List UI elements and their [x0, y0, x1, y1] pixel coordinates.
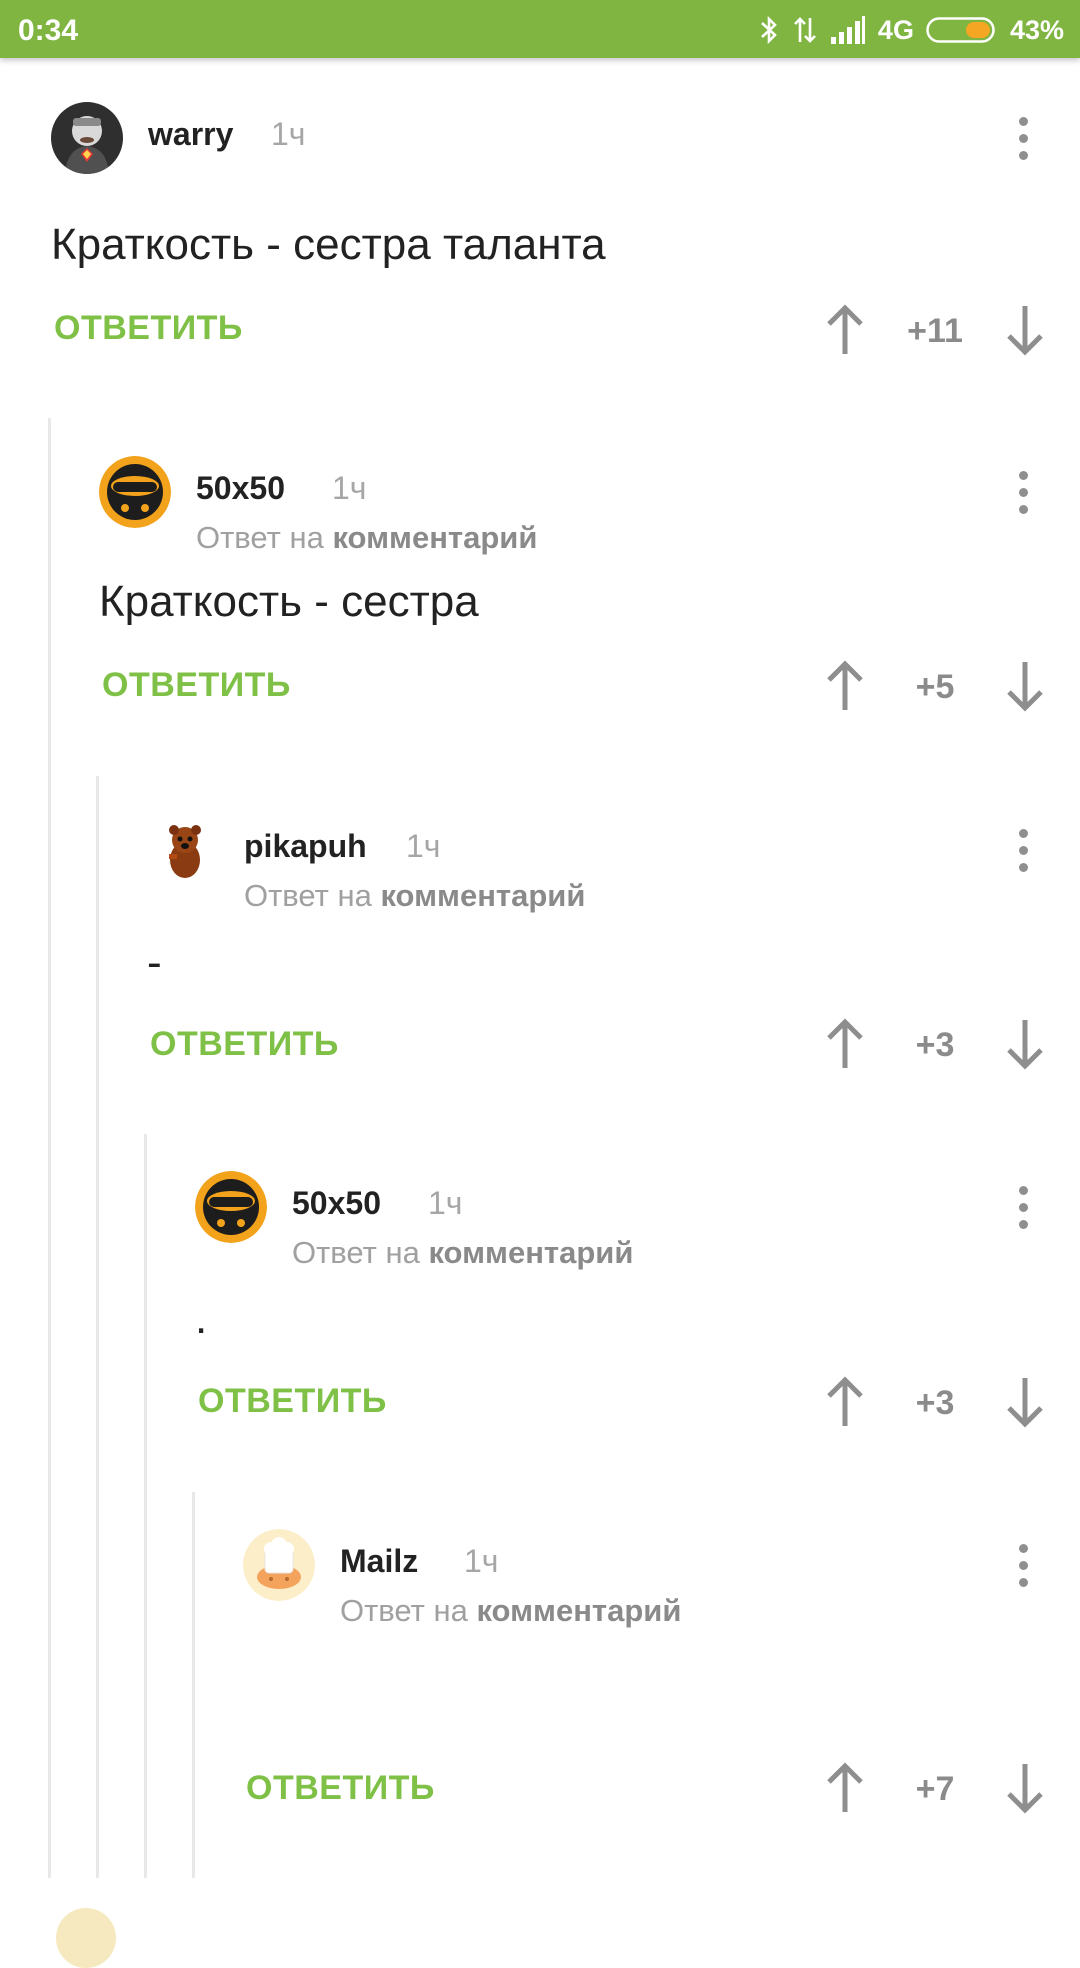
avatar[interactable] [51, 102, 123, 174]
comment-score: +3 [915, 1026, 955, 1064]
avatar[interactable] [56, 1908, 116, 1968]
status-time: 0:34 [18, 14, 79, 47]
reply-to-prefix: Ответ на [340, 1593, 468, 1628]
reply-to-link[interactable]: комментарий [476, 1593, 681, 1628]
upvote-icon[interactable] [820, 1758, 870, 1818]
username[interactable]: warry [148, 116, 233, 153]
comment: warry 1ч Краткость - сестра таланта ОТВЕ… [51, 102, 1080, 402]
network-type: 4G [877, 14, 914, 45]
comment-time: 1ч [406, 828, 441, 864]
bluetooth-icon [761, 15, 777, 45]
reply-to-prefix: Ответ на [196, 520, 324, 555]
thread-line-level-2 [96, 776, 99, 1878]
status-icons: 4G 43% [758, 10, 1064, 50]
comment-text: Краткость - сестра [99, 577, 479, 626]
more-options-icon[interactable] [1015, 471, 1031, 515]
comment-score: +5 [915, 668, 955, 706]
reply-to-prefix: Ответ на [292, 1235, 420, 1270]
comment-time: 1ч [428, 1185, 463, 1221]
downvote-icon[interactable] [1000, 1372, 1050, 1432]
downvote-icon[interactable] [1000, 1758, 1050, 1818]
upvote-icon[interactable] [820, 300, 870, 360]
reply-button[interactable]: ОТВЕТИТЬ [198, 1382, 387, 1421]
more-options-icon[interactable] [1015, 1544, 1031, 1588]
vote-controls: +5 [820, 656, 1050, 716]
username[interactable]: Mailz [340, 1543, 418, 1580]
reply-to-link[interactable]: комментарий [380, 878, 585, 913]
reply-button[interactable]: ОТВЕТИТЬ [246, 1769, 435, 1808]
avatar[interactable] [99, 456, 171, 528]
data-arrows-icon [794, 17, 816, 43]
comment-text: . [195, 1294, 208, 1343]
downvote-icon[interactable] [1000, 300, 1050, 360]
thread-line-level-1 [48, 418, 51, 1878]
upvote-icon[interactable] [820, 656, 870, 716]
vote-controls: +11 [820, 300, 1050, 360]
comment-time: 1ч [271, 116, 306, 152]
comment-time: 1ч [332, 470, 367, 506]
upvote-icon[interactable] [820, 1014, 870, 1074]
comment-text: Краткость - сестра таланта [51, 220, 606, 269]
reply-button[interactable]: ОТВЕТИТЬ [54, 309, 243, 348]
downvote-icon[interactable] [1000, 1014, 1050, 1074]
thread-line-level-3 [144, 1134, 147, 1878]
signal-icon [830, 16, 865, 44]
avatar[interactable] [243, 1529, 315, 1601]
comment-time: 1ч [464, 1543, 499, 1579]
reply-to-prefix: Ответ на [244, 878, 372, 913]
comment: 50x50 1ч Ответ на комментарий . ОТВЕТИТЬ… [195, 1171, 1080, 1471]
comment: Mailz 1ч Ответ на комментарий ОТВЕТИТЬ +… [243, 1529, 1080, 1869]
comment-score: +11 [907, 312, 963, 350]
reply-to-link[interactable]: комментарий [428, 1235, 633, 1270]
reply-to-label: Ответ на комментарий [340, 1593, 681, 1629]
username[interactable]: 50x50 [292, 1185, 381, 1222]
status-bar: 0:34 4G 43% [0, 0, 1080, 58]
reply-button[interactable]: ОТВЕТИТЬ [102, 666, 291, 705]
more-options-icon[interactable] [1015, 1186, 1031, 1230]
username[interactable]: 50x50 [196, 470, 285, 507]
comment: 50x50 1ч Ответ на комментарий Краткость … [99, 456, 1080, 756]
comment: pikapuh 1ч Ответ на комментарий - ОТВЕТИ… [147, 814, 1080, 1114]
vote-controls: +3 [820, 1014, 1050, 1074]
vote-controls: +3 [820, 1372, 1050, 1432]
thread-line-level-4 [192, 1492, 195, 1878]
vote-controls: +7 [820, 1758, 1050, 1818]
more-options-icon[interactable] [1015, 829, 1031, 873]
comment-score: +7 [915, 1770, 955, 1808]
avatar[interactable] [147, 814, 219, 886]
comment-score: +3 [915, 1384, 955, 1422]
reply-to-label: Ответ на комментарий [244, 878, 585, 914]
comment-text: - [147, 938, 162, 987]
more-options-icon[interactable] [1015, 117, 1031, 161]
downvote-icon[interactable] [1000, 656, 1050, 716]
avatar[interactable] [195, 1171, 267, 1243]
reply-to-label: Ответ на комментарий [292, 1235, 633, 1271]
reply-to-label: Ответ на комментарий [196, 520, 537, 556]
battery-icon [926, 17, 995, 43]
battery-percent: 43% [1009, 14, 1064, 45]
username[interactable]: pikapuh [244, 828, 367, 865]
upvote-icon[interactable] [820, 1372, 870, 1432]
reply-to-link[interactable]: комментарий [332, 520, 537, 555]
reply-button[interactable]: ОТВЕТИТЬ [150, 1025, 339, 1064]
